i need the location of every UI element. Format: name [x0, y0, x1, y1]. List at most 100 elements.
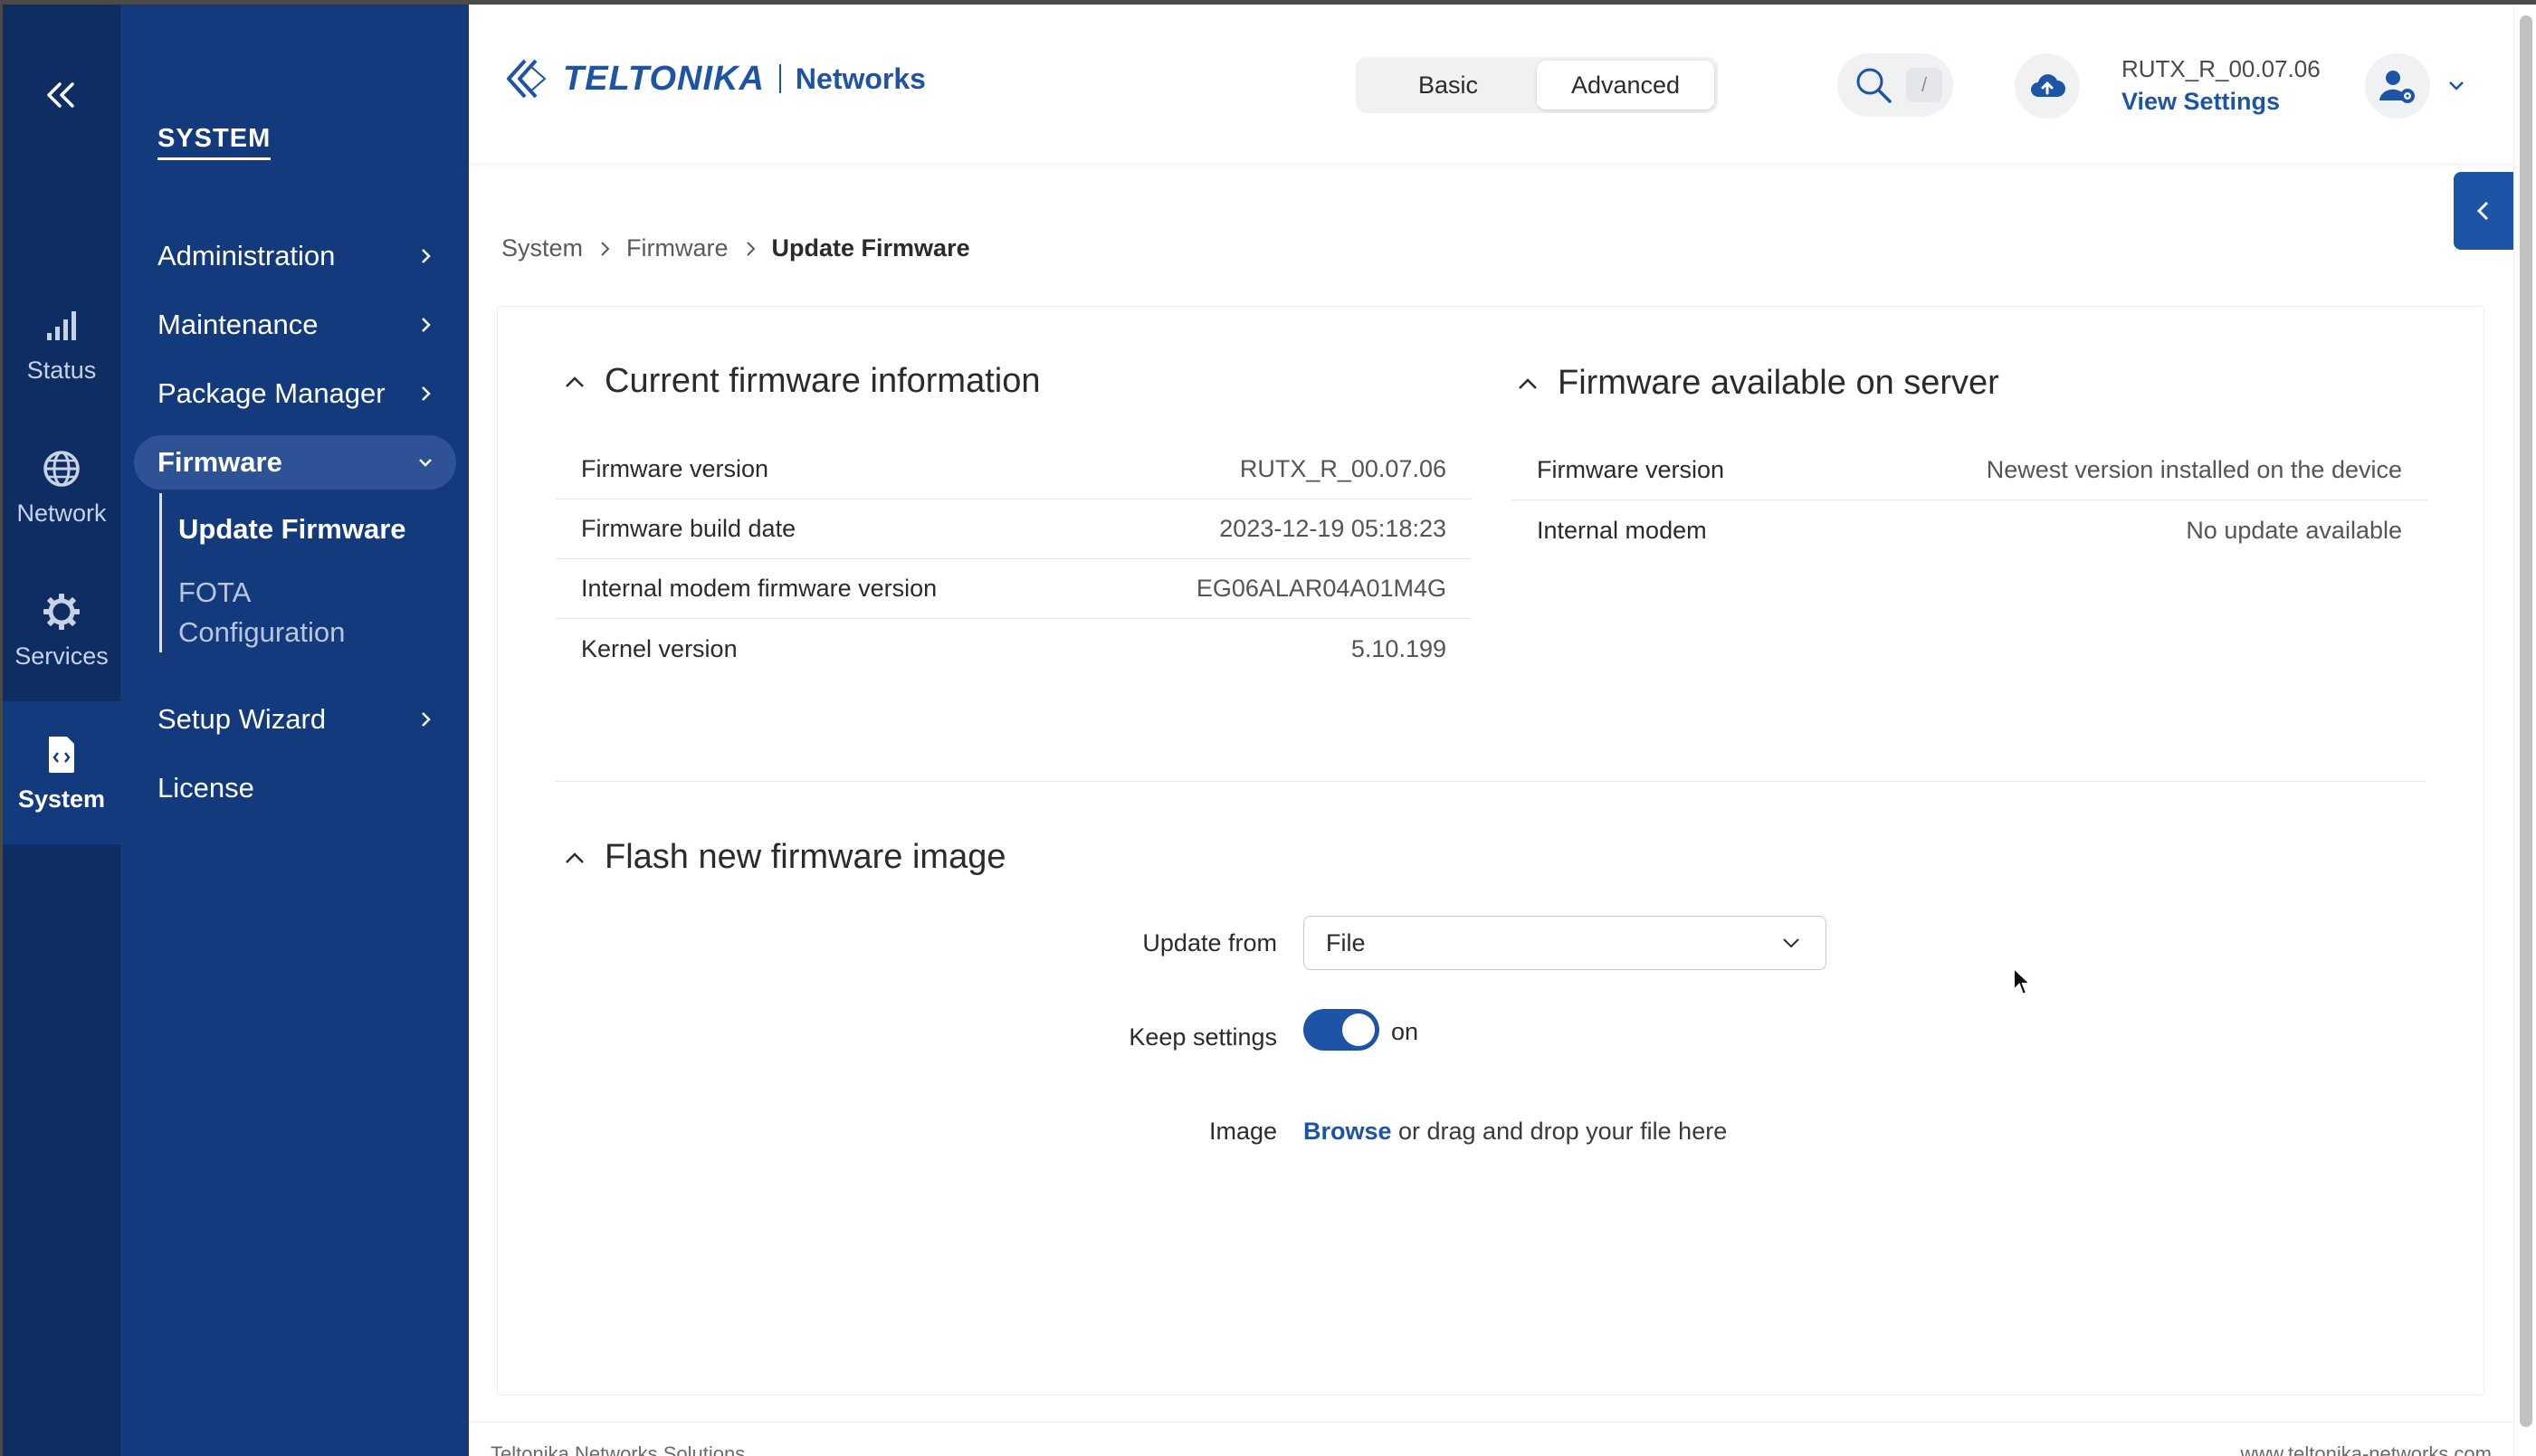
sidebar-item-label: Maintenance: [157, 309, 319, 340]
page-footer: Teltonika Networks Solutions www.teltoni…: [469, 1422, 2513, 1456]
logo-wordmark: TELTONIKA: [563, 59, 765, 98]
current-firmware-section-toggle[interactable]: Current firmware information: [563, 362, 1040, 401]
keep-settings-toggle[interactable]: [1303, 1009, 1379, 1051]
chevron-right-icon: [422, 712, 431, 727]
top-header: TELTONIKA Networks Basic Advanced / RUTX…: [469, 5, 2536, 163]
scrollbar-thumb[interactable]: [2520, 15, 2532, 1427]
search-icon: [1856, 68, 1892, 103]
sidebar-item-firmware[interactable]: Firmware: [134, 435, 456, 490]
chevron-up-icon: [566, 852, 584, 863]
chevron-up-icon: [1519, 377, 1537, 389]
sidebar-item-label: Administration: [157, 240, 336, 271]
rail-item-label: Services: [14, 642, 109, 670]
cloud-upload-icon: [2031, 74, 2065, 97]
side-panel-toggle[interactable]: [2454, 172, 2513, 250]
signal-bars-icon: [40, 304, 83, 347]
row-key: Internal modem firmware version: [581, 575, 938, 602]
sidebar-item-label: Package Manager: [157, 377, 386, 409]
sidebar-subitem-update-firmware[interactable]: Update Firmware: [178, 509, 406, 549]
chevron-right-icon: [601, 241, 610, 256]
view-settings-link[interactable]: View Settings: [2121, 88, 2280, 116]
section-title: Current firmware information: [605, 362, 1041, 400]
teltonika-logo[interactable]: TELTONIKA Networks: [505, 57, 926, 100]
sidebar-subitem-fota-configuration[interactable]: FOTA Configuration: [178, 573, 345, 652]
breadcrumb-update-firmware: Update Firmware: [771, 234, 970, 262]
current-firmware-row: Firmware build date 2023-12-19 05:18:23: [556, 500, 1472, 559]
section-title: Flash new firmware image: [605, 838, 1006, 876]
section-title: Firmware available on server: [1558, 364, 1999, 402]
mouse-cursor-icon: [2013, 966, 2032, 996]
chevron-right-icon: [746, 241, 755, 256]
row-value: 2023-12-19 05:18:23: [1219, 515, 1446, 542]
chevron-down-icon: [1783, 938, 1799, 948]
update-from-label: Update from: [1142, 929, 1277, 956]
chevron-up-icon: [566, 376, 584, 387]
server-firmware-section-toggle[interactable]: Firmware available on server: [1516, 364, 1999, 403]
current-firmware-row: Firmware version RUTX_R_00.07.06: [556, 440, 1472, 500]
flash-firmware-section-toggle[interactable]: Flash new firmware image: [563, 838, 1006, 877]
breadcrumb-firmware[interactable]: Firmware: [626, 234, 729, 262]
collapse-sidebar-button[interactable]: [3, 68, 120, 122]
icon-rail: Status Network Services System: [3, 5, 120, 1456]
breadcrumb-system[interactable]: System: [501, 234, 583, 262]
server-firmware-row: Internal modem No update available: [1511, 500, 2427, 560]
sidebar-item-label: Firmware: [157, 446, 282, 478]
row-key: Firmware version: [1537, 456, 1725, 483]
row-key: Internal modem: [1537, 516, 1707, 544]
mode-switch: Basic Advanced: [1356, 57, 1718, 113]
sidebar-item-label: Setup Wizard: [157, 703, 327, 735]
footer-website-link[interactable]: www.teltonika-networks.com: [2240, 1442, 2492, 1456]
current-firmware-row: Kernel version 5.10.199: [556, 619, 1472, 679]
browse-link[interactable]: Browse: [1303, 1118, 1392, 1146]
breadcrumb: System Firmware Update Firmware: [501, 234, 970, 262]
row-value: RUTX_R_00.07.06: [1239, 455, 1446, 482]
chevron-right-icon: [422, 249, 431, 263]
cloud-upload-button[interactable]: [2015, 53, 2080, 119]
sidebar-item-administration[interactable]: Administration: [134, 229, 456, 283]
document-code-icon: [40, 733, 83, 776]
chevron-right-icon: [422, 386, 431, 401]
row-value: EG06ALAR04A01M4G: [1196, 575, 1446, 602]
logo-networks: Networks: [795, 62, 926, 95]
rail-item-services[interactable]: Services: [3, 558, 120, 701]
sidebar-item-package-manager[interactable]: Package Manager: [134, 366, 456, 421]
mode-basic-button[interactable]: Basic: [1359, 61, 1537, 109]
sidebar-subitem-label: Configuration: [178, 616, 346, 648]
sidebar-item-maintenance[interactable]: Maintenance: [134, 298, 456, 352]
chevron-left-icon: [2476, 201, 2489, 221]
mode-advanced-button[interactable]: Advanced: [1537, 61, 1714, 109]
user-settings-icon: [2379, 71, 2415, 103]
double-chevron-left-icon: [47, 82, 74, 108]
rail-item-status[interactable]: Status: [3, 272, 120, 415]
sidebar-item-license[interactable]: License: [134, 761, 456, 815]
rail-item-system[interactable]: System: [3, 701, 120, 844]
search-button[interactable]: /: [1837, 53, 1953, 117]
update-from-select[interactable]: File: [1303, 916, 1826, 970]
current-firmware-row: Internal modem firmware version EG06ALAR…: [556, 559, 1472, 619]
chevron-down-icon[interactable]: [2444, 73, 2469, 99]
update-from-value: File: [1326, 928, 1366, 956]
keep-settings-state: on: [1391, 1018, 1419, 1045]
search-shortcut-key: /: [1906, 68, 1942, 102]
drop-zone-hint[interactable]: or drag and drop your file here: [1398, 1118, 1727, 1146]
system-sidebar: SYSTEM Administration Maintenance Packag…: [120, 5, 469, 1456]
row-value: 5.10.199: [1350, 634, 1446, 662]
sidebar-item-setup-wizard[interactable]: Setup Wizard: [134, 692, 456, 747]
device-firmware-version: RUTX_R_00.07.06: [2121, 55, 2321, 82]
sidebar-section-title: SYSTEM: [157, 124, 272, 160]
row-key: Kernel version: [581, 634, 738, 662]
server-firmware-row: Firmware version Newest version installe…: [1511, 441, 2427, 500]
rail-item-label: System: [17, 785, 106, 813]
toggle-knob: [1342, 1013, 1375, 1046]
section-divider: [556, 781, 2426, 782]
row-value: No update available: [2186, 516, 2402, 544]
rail-item-network[interactable]: Network: [3, 415, 120, 558]
chevron-right-icon: [422, 318, 431, 332]
globe-icon: [40, 447, 83, 490]
gear-icon: [40, 590, 83, 633]
user-menu-button[interactable]: [2365, 53, 2430, 119]
logo-divider: [778, 64, 781, 93]
row-key: Firmware version: [581, 455, 769, 482]
teltonika-mark-icon: [507, 59, 547, 99]
submenu-indicator: [159, 493, 162, 652]
